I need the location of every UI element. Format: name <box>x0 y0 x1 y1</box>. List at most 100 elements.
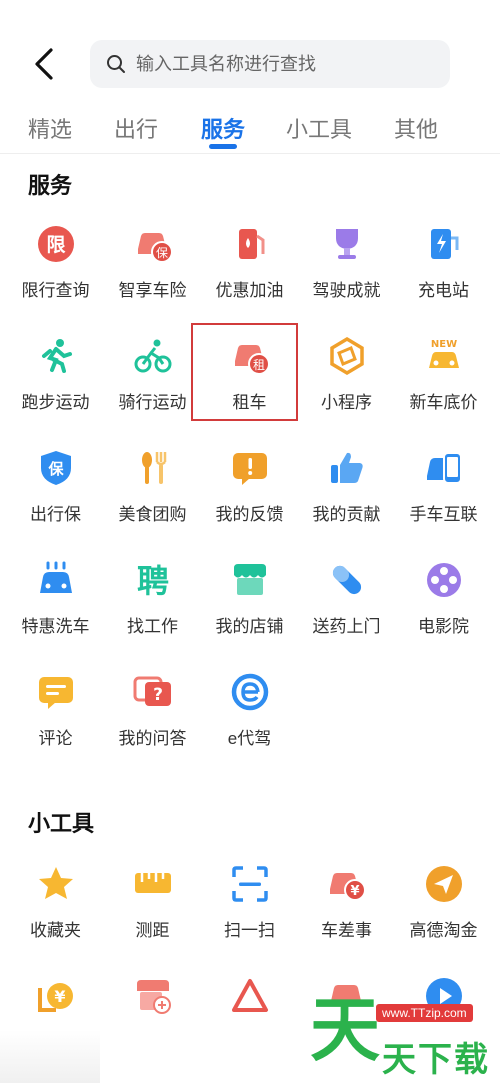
car-wash-icon <box>39 561 72 593</box>
service-label: e代驾 <box>227 729 272 748</box>
car-errand-icon: ¥ <box>329 873 366 901</box>
food-icon <box>141 452 166 484</box>
search-input[interactable] <box>136 53 436 75</box>
svg-text:¥: ¥ <box>350 884 359 899</box>
charging-icon <box>430 229 458 259</box>
service-travel-insurance[interactable]: 保 出行保 <box>7 448 104 548</box>
phone-car-icon <box>426 452 462 484</box>
highlight-box <box>191 323 298 421</box>
pill-icon <box>332 565 361 595</box>
tab-travel[interactable]: 出行 <box>114 112 158 144</box>
bottom-fade <box>0 1030 100 1083</box>
service-e-driver[interactable]: e代驾 <box>201 672 298 772</box>
service-label: 特惠洗车 <box>21 617 90 636</box>
service-car-insurance[interactable]: 保 智享车险 <box>104 224 201 324</box>
service-medicine-delivery[interactable]: 送药上门 <box>298 560 395 660</box>
tool-item[interactable] <box>201 976 298 1076</box>
service-label: 新车底价 <box>409 393 478 412</box>
tools-section-title: 小工具 <box>28 811 95 836</box>
service-driving-achievement[interactable]: 驾驶成就 <box>298 224 395 324</box>
service-label: 出行保 <box>30 505 81 524</box>
service-label: 优惠加油 <box>215 281 284 300</box>
service-job[interactable]: 聘 找工作 <box>104 560 201 660</box>
service-running[interactable]: 跑步运动 <box>7 336 104 436</box>
ruler-icon <box>134 873 171 893</box>
yuan-car-icon: ¥ <box>37 983 73 1012</box>
tool-measure[interactable]: 测距 <box>104 864 201 964</box>
service-mini-program[interactable]: 小程序 <box>298 336 395 436</box>
service-food[interactable]: 美食团购 <box>104 448 201 548</box>
watermark: 天 www.TTzip.com 天下载 <box>300 990 500 1083</box>
tool-car-errand[interactable]: ¥ 车差事 <box>298 864 395 964</box>
services-section-title: 服务 <box>28 173 73 198</box>
tool-favorites[interactable]: 收藏夹 <box>7 864 104 964</box>
tool-label: 测距 <box>135 921 170 940</box>
fuel-icon <box>238 229 264 259</box>
service-label: 驾驶成就 <box>312 281 381 300</box>
service-qa[interactable]: ? 我的问答 <box>104 672 201 772</box>
tool-item[interactable] <box>104 976 201 1076</box>
svg-text:保: 保 <box>47 460 64 478</box>
tool-label: 车差事 <box>321 921 372 940</box>
service-label: 找工作 <box>127 617 178 636</box>
travel-insurance-icon: 保 <box>40 451 71 485</box>
service-label: 我的问答 <box>118 729 187 748</box>
tab-tools[interactable]: 小工具 <box>286 112 352 144</box>
tab-services[interactable]: 服务 <box>201 112 245 144</box>
tab-featured[interactable]: 精选 <box>28 112 72 144</box>
svg-text:NEW: NEW <box>430 339 456 350</box>
service-label: 限行查询 <box>21 281 90 300</box>
triangle-icon <box>231 979 268 1012</box>
service-fuel[interactable]: 优惠加油 <box>201 224 298 324</box>
tool-label: 收藏夹 <box>30 921 81 940</box>
service-cycling[interactable]: 骑行运动 <box>104 336 201 436</box>
cycling-icon <box>134 339 171 373</box>
category-tabs: 精选 出行 服务 小工具 其他 <box>0 104 500 154</box>
watermark-logo: 天 <box>310 989 380 1071</box>
tool-amap-gold[interactable]: 高德淘金 <box>395 864 492 964</box>
service-label: 小程序 <box>321 393 372 412</box>
comment-icon <box>38 677 73 709</box>
svg-text:?: ? <box>153 685 163 705</box>
service-comment[interactable]: 评论 <box>7 672 104 772</box>
chevron-left-icon <box>35 48 53 80</box>
restriction-icon: 限 <box>37 226 74 262</box>
svg-text:限: 限 <box>46 234 65 256</box>
tool-scan[interactable]: 扫一扫 <box>201 864 298 964</box>
tool-label: 扫一扫 <box>224 921 275 940</box>
tab-other[interactable]: 其他 <box>394 112 438 144</box>
service-label: 充电站 <box>418 281 469 300</box>
service-charging[interactable]: 充电站 <box>395 224 492 324</box>
service-new-car-price[interactable]: NEW 新车底价 <box>395 336 492 436</box>
service-feedback[interactable]: 我的反馈 <box>201 448 298 548</box>
star-icon <box>38 867 73 899</box>
service-car-wash[interactable]: 特惠洗车 <box>7 560 104 660</box>
thumbs-up-icon <box>330 452 363 483</box>
watermark-url: www.TTzip.com <box>376 1004 473 1022</box>
service-label: 评论 <box>38 729 73 748</box>
svg-text:¥: ¥ <box>54 987 65 1006</box>
service-restriction[interactable]: 限 限行查询 <box>7 224 104 324</box>
shop-icon <box>233 564 266 595</box>
service-label: 骑行运动 <box>118 393 187 412</box>
header <box>0 0 500 110</box>
trophy-icon <box>335 229 358 259</box>
service-label: 跑步运动 <box>21 393 90 412</box>
service-label: 手车互联 <box>409 505 478 524</box>
paper-plane-icon <box>425 866 462 902</box>
car-insurance-icon: 保 <box>137 233 173 263</box>
service-phone-car-link[interactable]: 手车互联 <box>395 448 492 548</box>
svg-text:保: 保 <box>155 246 167 260</box>
service-contribution[interactable]: 我的贡献 <box>298 448 395 548</box>
service-my-shop[interactable]: 我的店铺 <box>201 560 298 660</box>
service-label: 电影院 <box>418 617 469 636</box>
qa-icon: ? <box>133 676 171 706</box>
service-cinema[interactable]: 电影院 <box>395 560 492 660</box>
mini-program-icon <box>329 336 364 376</box>
service-label: 送药上门 <box>312 617 381 636</box>
film-icon <box>426 563 461 597</box>
watermark-text: 天下载 <box>382 1041 490 1079</box>
back-button[interactable] <box>24 42 64 86</box>
service-label: 我的店铺 <box>215 617 284 636</box>
search-bar[interactable] <box>90 40 450 88</box>
